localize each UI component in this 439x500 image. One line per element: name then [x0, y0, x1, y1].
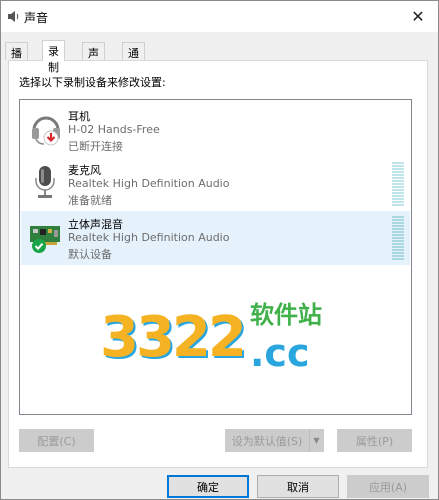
- level-meter: [392, 216, 404, 260]
- cancel-button[interactable]: 取消: [257, 475, 339, 498]
- apply-button[interactable]: 应用(A): [347, 475, 429, 498]
- close-button[interactable]: ✕: [398, 1, 438, 32]
- device-status: 准备就绪: [68, 194, 112, 207]
- watermark-digits: 3322: [100, 305, 247, 370]
- level-meter: [392, 162, 404, 206]
- properties-button[interactable]: 属性(P): [337, 429, 412, 452]
- tab-playback[interactable]: 播放: [5, 42, 28, 76]
- microphone-icon: [35, 166, 55, 198]
- speaker-icon: [8, 11, 19, 22]
- instruction-text: 选择以下录制设备来修改设置:: [19, 76, 166, 89]
- chevron-down-icon: ▼: [313, 436, 320, 445]
- device-item-microphone[interactable]: 麦克风 Realtek High Definition Audio 准备就绪: [21, 157, 410, 211]
- device-name: 立体声混音: [68, 218, 123, 231]
- close-icon: ✕: [411, 7, 425, 26]
- title-bar: 声音 ✕: [1, 1, 438, 32]
- watermark-suffix: .cc: [250, 331, 310, 375]
- sound-dialog: 声音 ✕ 播放 录制 声音 通信 选择以下录制设备来修改设置: 耳机 H: [0, 0, 439, 500]
- device-status: 默认设备: [68, 248, 112, 261]
- set-default-button[interactable]: 设为默认值(S): [225, 429, 309, 452]
- configure-button[interactable]: 配置(C): [19, 429, 94, 452]
- tab-sounds[interactable]: 声音: [82, 42, 105, 76]
- watermark-chinese: 软件站: [250, 301, 322, 329]
- set-default-dropdown[interactable]: ▼: [309, 429, 324, 452]
- window-title: 声音: [24, 11, 49, 25]
- device-item-headset[interactable]: 耳机 H-02 Hands-Free 已断开连接: [21, 103, 410, 157]
- recording-panel: 选择以下录制设备来修改设置: 耳机 H-02 Hands-Free 已断开连接: [8, 60, 428, 468]
- tab-recording[interactable]: 录制: [42, 40, 65, 74]
- site-watermark: 3322 软件站 .cc: [100, 293, 370, 383]
- device-driver: Realtek High Definition Audio: [68, 177, 230, 190]
- device-item-stereo-mix[interactable]: 立体声混音 Realtek High Definition Audio 默认设备: [21, 211, 410, 265]
- device-list[interactable]: 耳机 H-02 Hands-Free 已断开连接 麦克风 Realtek Hig…: [19, 99, 412, 415]
- device-driver: Realtek High Definition Audio: [68, 231, 230, 244]
- device-name: 麦克风: [68, 164, 101, 177]
- device-driver: H-02 Hands-Free: [68, 123, 160, 136]
- device-status: 已断开连接: [68, 140, 123, 153]
- device-name: 耳机: [68, 110, 90, 123]
- tab-communications[interactable]: 通信: [122, 42, 145, 76]
- sound-card-default-icon: [30, 226, 60, 253]
- headset-disconnected-icon: [32, 116, 60, 146]
- ok-button[interactable]: 确定: [167, 475, 249, 498]
